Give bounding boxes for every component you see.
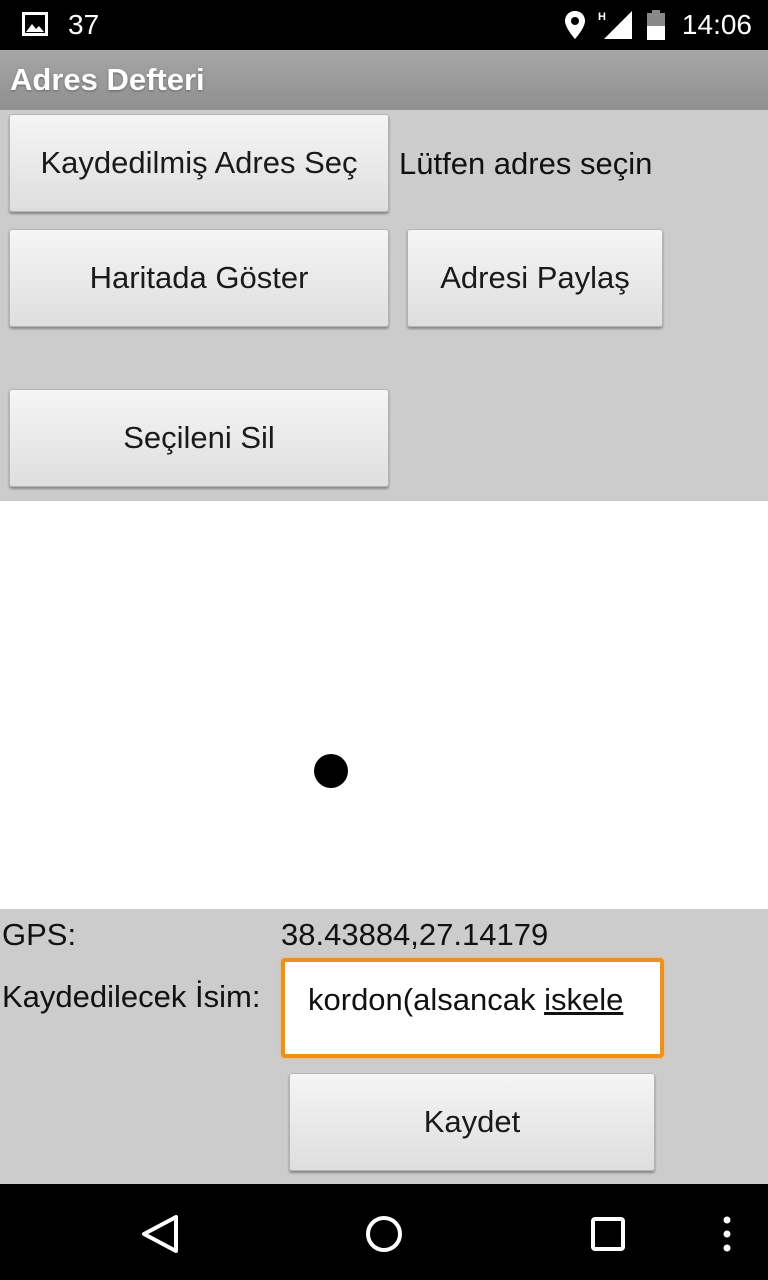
title-bar: Adres Defteri	[0, 50, 768, 110]
gps-value: 38.43884,27.14179	[281, 917, 549, 952]
notification-count: 37	[68, 9, 100, 40]
gps-label: GPS:	[2, 917, 77, 952]
location-icon	[564, 11, 585, 39]
name-input-composing-text: iskele	[544, 982, 624, 1017]
status-bar: 37 H 14:06	[0, 0, 768, 50]
share-address-button[interactable]: Adresi Paylaş	[407, 229, 663, 327]
name-input-text: kordon(alsancak	[308, 982, 545, 1017]
save-button[interactable]: Kaydet	[289, 1073, 655, 1171]
map-canvas[interactable]	[0, 501, 768, 909]
name-input-value: kordon(alsancak iskele	[308, 982, 643, 1018]
name-input[interactable]: kordon(alsancak iskele	[281, 958, 664, 1058]
app-title: Adres Defteri	[10, 62, 205, 97]
clock: 14:06	[681, 9, 752, 40]
screen: 37 H 14:06 Adres Defteri Kaydedilmiş Adr…	[0, 0, 768, 1280]
image-icon	[22, 12, 48, 36]
show-on-map-button[interactable]: Haritada Göster	[9, 229, 389, 327]
recents-icon[interactable]	[586, 1212, 630, 1256]
signal-h-icon: H	[598, 11, 632, 39]
delete-selected-button[interactable]: Seçileni Sil	[9, 389, 389, 487]
select-saved-address-button[interactable]: Kaydedilmiş Adres Seç	[9, 114, 389, 212]
status-icons: H 14:06	[564, 7, 752, 43]
svg-text:H: H	[598, 11, 606, 23]
selection-hint: Lütfen adres seçin	[399, 146, 653, 181]
location-marker	[314, 754, 348, 788]
navigation-bar	[0, 1184, 768, 1280]
home-icon[interactable]	[362, 1212, 406, 1256]
overflow-menu-icon[interactable]	[705, 1212, 749, 1256]
battery-icon	[646, 10, 665, 40]
back-icon[interactable]	[138, 1212, 182, 1256]
name-label: Kaydedilecek İsim:	[2, 979, 261, 1014]
